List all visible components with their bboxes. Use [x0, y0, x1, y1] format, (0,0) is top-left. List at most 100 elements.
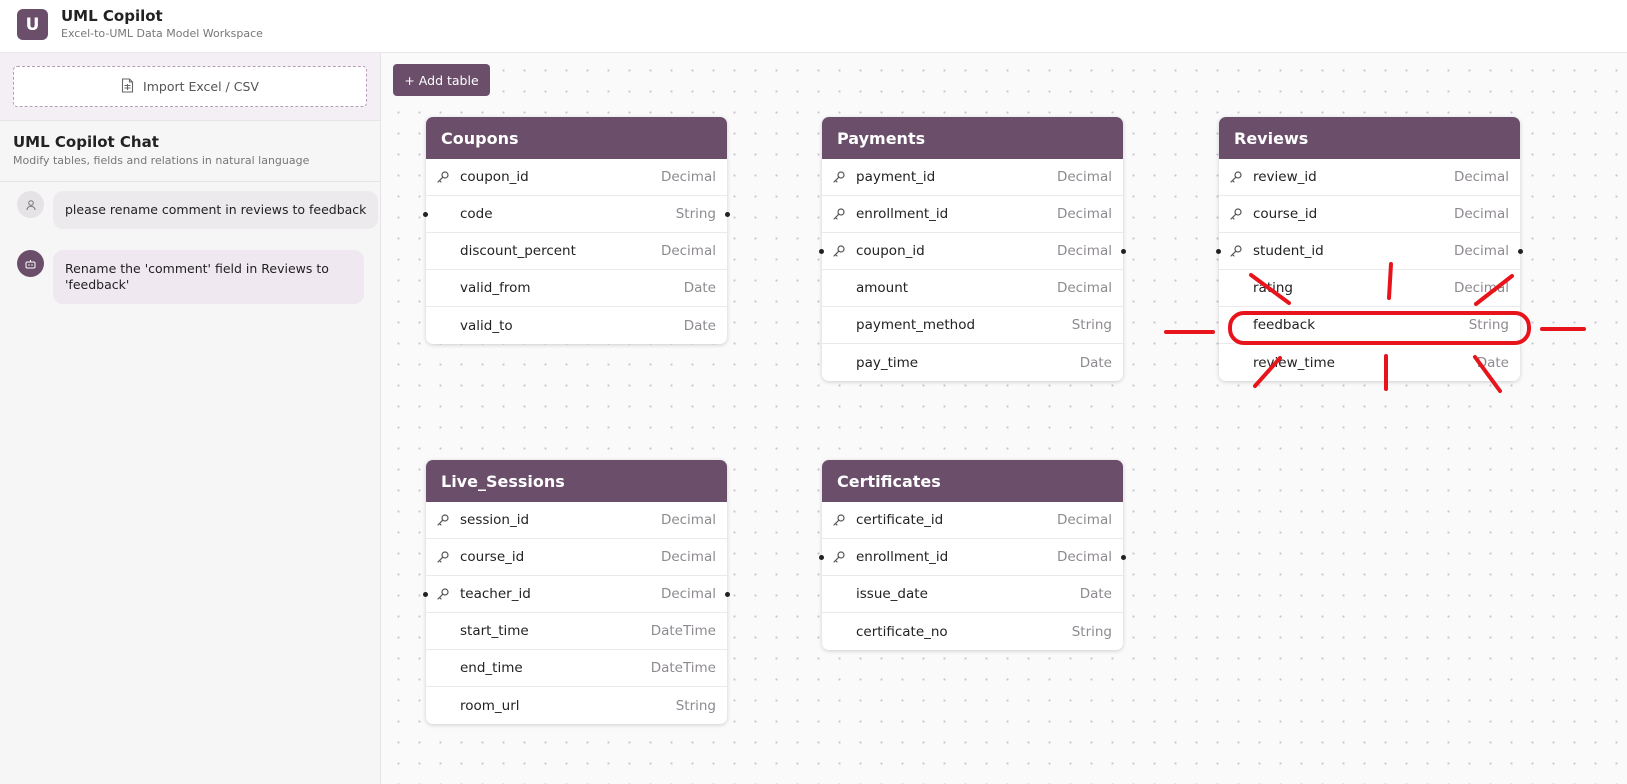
field-name[interactable]: end_time: [460, 660, 651, 676]
field-row[interactable]: amount Decimal: [822, 270, 1123, 307]
field-name[interactable]: coupon_id: [856, 243, 1057, 259]
field-row[interactable]: student_id Decimal: [1216, 233, 1523, 270]
field-row[interactable]: payment_id Decimal: [822, 159, 1123, 196]
field-row[interactable]: coupon_id Decimal: [819, 233, 1126, 270]
table-title[interactable]: Live_Sessions: [426, 460, 727, 502]
field-row[interactable]: review_id Decimal: [1219, 159, 1520, 196]
field-type: Decimal: [660, 243, 716, 259]
field-name[interactable]: amount: [856, 280, 1057, 296]
field-name[interactable]: discount_percent: [460, 243, 661, 259]
connection-port-left[interactable]: [423, 592, 428, 597]
field-type: Date: [683, 317, 716, 334]
field-name[interactable]: enrollment_id: [856, 206, 1057, 222]
field-name[interactable]: code: [460, 206, 676, 222]
field-name[interactable]: start_time: [460, 623, 651, 639]
field-type: Date: [1079, 586, 1112, 602]
add-table-button[interactable]: + Add table: [393, 64, 490, 96]
connection-port-left[interactable]: [819, 249, 824, 254]
field-row[interactable]: coupon_id Decimal: [426, 159, 727, 196]
chat-subtitle: Modify tables, fields and relations in n…: [13, 154, 310, 167]
field-name[interactable]: payment_id: [856, 169, 1057, 185]
connection-port-left[interactable]: [423, 212, 428, 217]
field-row[interactable]: code String: [423, 196, 730, 233]
field-row[interactable]: end_time DateTime: [426, 650, 727, 687]
table-title[interactable]: Payments: [822, 117, 1123, 159]
field-row[interactable]: feedback String: [1219, 307, 1520, 344]
field-row[interactable]: payment_method String: [822, 307, 1123, 344]
connection-port-right[interactable]: [1121, 249, 1126, 254]
field-row[interactable]: review_time Date: [1219, 344, 1520, 381]
field-name[interactable]: course_id: [1253, 206, 1454, 222]
bot-icon: [25, 259, 36, 268]
field-row[interactable]: discount_percent Decimal: [426, 233, 727, 270]
field-name[interactable]: course_id: [460, 549, 661, 565]
field-row[interactable]: rating Decimal: [1219, 270, 1520, 307]
table-title[interactable]: Coupons: [426, 117, 727, 159]
field-row[interactable]: start_time DateTime: [426, 613, 727, 650]
table-reviews[interactable]: Reviews review_id Decimal course_id Decimal s…: [1216, 117, 1523, 381]
field-type: Decimal: [1056, 512, 1112, 528]
field-row[interactable]: session_id Decimal: [426, 502, 727, 539]
field-name[interactable]: feedback: [1253, 317, 1469, 333]
field-row[interactable]: valid_to Date: [426, 307, 727, 344]
field-name[interactable]: session_id: [460, 512, 661, 528]
connection-port-left[interactable]: [1216, 249, 1221, 254]
field-type: String: [1468, 317, 1509, 333]
user-icon: [26, 199, 35, 210]
field-name[interactable]: teacher_id: [460, 586, 661, 602]
field-row[interactable]: issue_date Date: [822, 576, 1123, 613]
field-row[interactable]: teacher_id Decimal: [423, 576, 730, 613]
key-icon: [822, 550, 856, 564]
field-row[interactable]: course_id Decimal: [1219, 196, 1520, 233]
key-icon: [822, 513, 856, 527]
table-live-sessions[interactable]: Live_Sessions session_id Decimal course_id D…: [423, 460, 730, 724]
field-name[interactable]: issue_date: [856, 586, 1080, 602]
connection-port-right[interactable]: [1518, 249, 1523, 254]
field-type: Decimal: [1453, 206, 1509, 222]
connection-port-right[interactable]: [725, 212, 730, 217]
field-name[interactable]: student_id: [1253, 243, 1454, 259]
field-name[interactable]: certificate_no: [856, 624, 1072, 640]
table-certificates[interactable]: Certificates certificate_id Decimal enrollm…: [819, 460, 1126, 650]
bot-avatar: [17, 250, 44, 277]
table-payments[interactable]: Payments payment_id Decimal enrollment_id De…: [819, 117, 1126, 381]
field-row[interactable]: pay_time Date: [822, 344, 1123, 381]
connection-port-left[interactable]: [819, 555, 824, 560]
app-subtitle: Excel-to-UML Data Model Workspace: [61, 27, 263, 40]
field-name[interactable]: valid_from: [460, 280, 684, 296]
table-title[interactable]: Reviews: [1219, 117, 1520, 159]
import-excel-button[interactable]: Import Excel / CSV: [13, 66, 367, 107]
field-type: Decimal: [660, 549, 716, 565]
field-name[interactable]: valid_to: [460, 318, 684, 334]
field-name[interactable]: rating: [1253, 280, 1454, 296]
field-name[interactable]: coupon_id: [460, 169, 661, 185]
field-name[interactable]: pay_time: [856, 355, 1080, 371]
field-name[interactable]: review_time: [1253, 355, 1477, 371]
connection-port-right[interactable]: [725, 592, 730, 597]
table-coupons[interactable]: Coupons coupon_id Decimal code String discoun…: [423, 117, 730, 344]
field-row[interactable]: enrollment_id Decimal: [822, 196, 1123, 233]
field-type: Decimal: [1056, 169, 1112, 185]
user-message-bubble: please rename comment in reviews to feed…: [53, 191, 379, 229]
field-row[interactable]: enrollment_id Decimal: [819, 539, 1126, 576]
table-title[interactable]: Certificates: [822, 460, 1123, 502]
field-row[interactable]: room_url String: [426, 687, 727, 724]
chat-header: UML Copilot Chat Modify tables, fields a…: [0, 120, 380, 182]
field-row[interactable]: course_id Decimal: [426, 539, 727, 576]
key-icon: [1219, 207, 1253, 221]
field-row[interactable]: certificate_id Decimal: [822, 502, 1123, 539]
import-excel-label: Import Excel / CSV: [143, 79, 259, 94]
user-avatar: [17, 191, 44, 218]
field-type: Decimal: [660, 512, 716, 528]
field-row[interactable]: valid_from Date: [426, 270, 727, 307]
field-row[interactable]: certificate_no String: [822, 613, 1123, 650]
field-name[interactable]: enrollment_id: [856, 549, 1057, 565]
field-name[interactable]: payment_method: [856, 317, 1072, 333]
field-type: String: [675, 697, 716, 714]
field-name[interactable]: certificate_id: [856, 512, 1057, 528]
connection-port-right[interactable]: [1121, 555, 1126, 560]
assistant-message-bubble: Rename the 'comment' field in Reviews to…: [53, 250, 364, 304]
field-type: DateTime: [650, 660, 716, 676]
field-name[interactable]: review_id: [1253, 169, 1454, 185]
field-name[interactable]: room_url: [460, 698, 676, 714]
